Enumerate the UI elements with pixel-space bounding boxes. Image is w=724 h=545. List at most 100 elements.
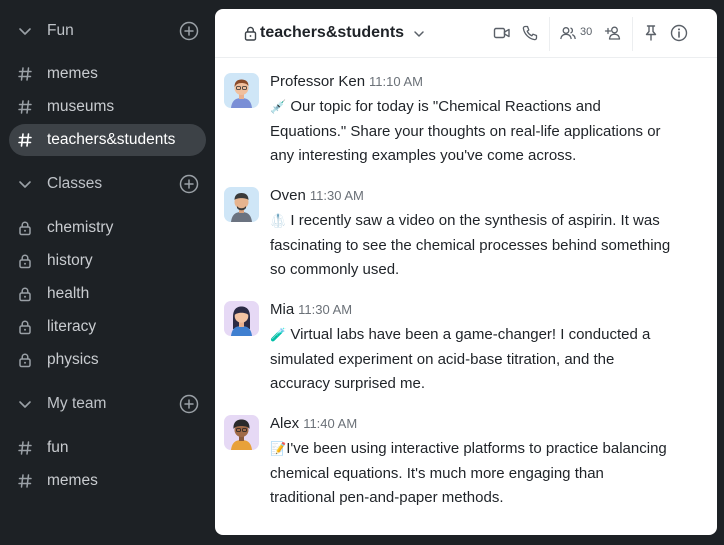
chevron-down-icon[interactable] [17,396,33,412]
message-body: 📝I've been using interactive platforms t… [270,437,712,510]
header-divider [549,17,550,51]
message-body: 🥼 I recently saw a video on the synthesi… [270,209,712,282]
sidebar-item-label: memes [47,65,98,82]
message-line: 🥼 I recently saw a video on the synthesi… [270,209,712,234]
message-line: fascinating to see the chemical processe… [270,237,671,254]
sidebar: Fun memes museums teachers&students Clas… [0,0,215,545]
message-author[interactable]: Professor Ken 11:10 AM [270,73,423,90]
section-classes[interactable]: Classes [0,168,215,200]
sidebar-item-label: museums [47,98,115,115]
sidebar-item-health[interactable]: health [9,278,206,310]
message-time: 11:30 AM [309,188,364,203]
message-text: I recently saw a video on the synthesis … [290,212,660,229]
avatar-illustration [231,306,252,336]
author-name[interactable]: Alex [270,415,299,432]
message-line: simulated experiment on acid-base titrat… [270,351,615,368]
sidebar-item-history[interactable]: history [9,245,206,277]
add-channel-icon[interactable] [179,21,199,41]
sidebar-item-literacy[interactable]: literacy [9,311,206,343]
members-icon[interactable] [559,24,577,42]
info-icon[interactable] [670,24,688,42]
message-time: 11:40 AM [303,416,358,431]
section-label: My team [47,395,107,412]
avatar[interactable] [224,73,259,108]
avatar[interactable] [224,415,259,450]
author-name[interactable]: Mia [270,301,294,318]
avatar[interactable] [224,301,259,336]
message-line: accuracy surprised me. [270,375,426,392]
sidebar-item-label: chemistry [47,219,114,236]
message-body: 🧪 Virtual labs have been a game-changer!… [270,323,712,396]
pin-icon[interactable] [642,24,660,42]
lock-icon [19,320,31,335]
author-name[interactable]: Oven [270,187,306,204]
hash-icon [18,133,32,147]
lock-icon [244,26,257,41]
section-label: Classes [47,175,103,192]
sidebar-item-teachers-students[interactable]: teachers&students [9,124,206,156]
lock-icon [19,221,31,236]
hash-icon [18,474,32,488]
sidebar-item-memes[interactable]: memes [9,58,206,90]
message-text: I've been using interactive platforms to… [286,440,667,457]
sidebar-item-museums[interactable]: museums [9,91,206,123]
section-my-team[interactable]: My team [0,388,215,420]
avatar-illustration [231,419,252,450]
sidebar-item-memes[interactable]: memes [9,465,206,497]
message-line: chemical equations. It's much more engag… [270,465,604,482]
sidebar-item-label: teachers&students [47,131,176,148]
avatar[interactable] [224,187,259,222]
message-body: 💉 Our topic for today is "Chemical React… [270,95,712,168]
lock-icon [19,287,31,302]
sidebar-item-label: memes [47,472,98,489]
channel-title[interactable]: teachers&students [260,24,404,42]
message-line: any interesting examples you've come acr… [270,147,577,164]
lock-icon [19,353,31,368]
hash-icon [18,441,32,455]
sidebar-item-fun[interactable]: fun [9,432,206,464]
message-line: traditional pen-and-paper methods. [270,489,504,506]
video-call-icon[interactable] [493,24,511,42]
avatar-illustration [231,79,252,108]
section-label: Fun [47,22,74,39]
add-channel-icon[interactable] [179,174,199,194]
hash-icon [18,100,32,114]
channel-header: teachers&students 30 [215,9,717,58]
sidebar-item-chemistry[interactable]: chemistry [9,212,206,244]
chevron-down-icon[interactable] [17,176,33,192]
section-fun[interactable]: Fun [0,15,215,47]
message-author[interactable]: Alex 11:40 AM [270,415,357,432]
sidebar-item-physics[interactable]: physics [9,344,206,376]
memo-emoji: 📝 [270,442,287,457]
member-count[interactable]: 30 [580,26,592,38]
message-time: 11:10 AM [369,74,424,89]
message-line: 🧪 Virtual labs have been a game-changer!… [270,323,712,348]
lock-icon [19,254,31,269]
sidebar-item-label: health [47,285,90,302]
chevron-down-icon[interactable] [17,23,33,39]
header-divider [632,17,633,51]
syringe-emoji: 💉 [270,100,287,115]
sidebar-item-label: literacy [47,318,97,335]
author-name[interactable]: Professor Ken [270,73,365,90]
sidebar-item-label: physics [47,351,99,368]
message-line: so commonly used. [270,261,400,278]
hash-icon [18,67,32,81]
lab-coat-emoji: 🥼 [270,214,287,229]
message-text: Our topic for today is "Chemical Reactio… [290,98,601,115]
message-text: Virtual labs have been a game-changer! I… [290,326,651,343]
chat-panel: teachers&students 30 Professor Ken 11:10 … [215,9,717,535]
avatar-illustration [231,193,252,222]
add-channel-icon[interactable] [179,394,199,414]
chevron-down-icon[interactable] [412,27,426,41]
message-line: 💉 Our topic for today is "Chemical React… [270,95,712,120]
add-member-icon[interactable] [604,24,622,42]
message-time: 11:30 AM [298,302,353,317]
test-tube-emoji: 🧪 [270,328,287,343]
message-line: Equations." Share your thoughts on real-… [270,123,661,140]
message-author[interactable]: Oven 11:30 AM [270,187,364,204]
sidebar-item-label: fun [47,439,69,456]
message-author[interactable]: Mia 11:30 AM [270,301,352,318]
phone-icon[interactable] [521,24,539,42]
message-line: 📝I've been using interactive platforms t… [270,437,712,462]
